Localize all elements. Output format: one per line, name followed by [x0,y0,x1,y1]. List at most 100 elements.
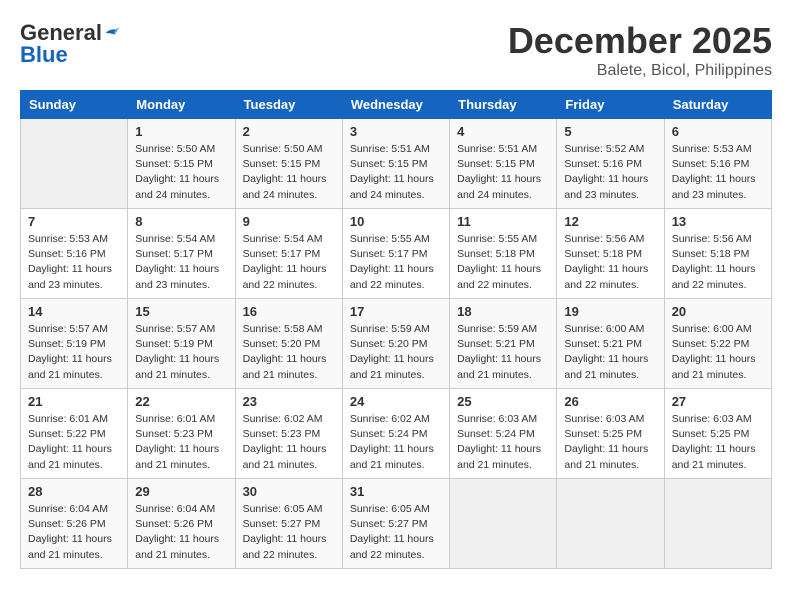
day-info: Sunrise: 6:02 AMSunset: 5:23 PMDaylight:… [243,412,335,473]
weekday-header-thursday: Thursday [450,91,557,119]
day-info: Sunrise: 6:01 AMSunset: 5:23 PMDaylight:… [135,412,227,473]
day-info: Sunrise: 5:55 AMSunset: 5:18 PMDaylight:… [457,232,549,293]
day-info: Sunrise: 6:00 AMSunset: 5:22 PMDaylight:… [672,322,764,383]
calendar-cell: 23 Sunrise: 6:02 AMSunset: 5:23 PMDayligh… [235,389,342,479]
weekday-header-saturday: Saturday [664,91,771,119]
day-number: 29 [135,484,227,499]
day-number: 13 [672,214,764,229]
calendar-cell: 24 Sunrise: 6:02 AMSunset: 5:24 PMDayligh… [342,389,449,479]
day-number: 1 [135,124,227,139]
calendar-cell: 25 Sunrise: 6:03 AMSunset: 5:24 PMDayligh… [450,389,557,479]
day-number: 25 [457,394,549,409]
day-info: Sunrise: 5:57 AMSunset: 5:19 PMDaylight:… [135,322,227,383]
calendar-cell: 20Sunrise: 6:00 AMSunset: 5:22 PMDayligh… [664,299,771,389]
day-number: 12 [564,214,656,229]
calendar-cell: 11 Sunrise: 5:55 AMSunset: 5:18 PMDayligh… [450,209,557,299]
month-title: December 2025 [508,20,772,62]
day-number: 19 [564,304,656,319]
calendar-cell: 14Sunrise: 5:57 AMSunset: 5:19 PMDayligh… [21,299,128,389]
calendar-cell: 8 Sunrise: 5:54 AMSunset: 5:17 PMDaylight… [128,209,235,299]
logo-bird-icon [104,26,120,40]
day-number: 5 [564,124,656,139]
calendar-cell: 13 Sunrise: 5:56 AMSunset: 5:18 PMDayligh… [664,209,771,299]
day-info: Sunrise: 6:01 AMSunset: 5:22 PMDaylight:… [28,412,120,473]
calendar-week-row: 21 Sunrise: 6:01 AMSunset: 5:22 PMDayligh… [21,389,772,479]
calendar-cell: 31 Sunrise: 6:05 AMSunset: 5:27 PMDayligh… [342,479,449,569]
calendar-cell [664,479,771,569]
day-info: Sunrise: 5:56 AMSunset: 5:18 PMDaylight:… [564,232,656,293]
day-info: Sunrise: 6:02 AMSunset: 5:24 PMDaylight:… [350,412,442,473]
day-info: Sunrise: 5:53 AMSunset: 5:16 PMDaylight:… [28,232,120,293]
calendar-cell: 21 Sunrise: 6:01 AMSunset: 5:22 PMDayligh… [21,389,128,479]
calendar-cell: 19 Sunrise: 6:00 AMSunset: 5:21 PMDayligh… [557,299,664,389]
day-number: 16 [243,304,335,319]
day-info: Sunrise: 5:55 AMSunset: 5:17 PMDaylight:… [350,232,442,293]
weekday-header-row: SundayMondayTuesdayWednesdayThursdayFrid… [21,91,772,119]
day-info: Sunrise: 6:04 AMSunset: 5:26 PMDaylight:… [28,502,120,563]
title-block: December 2025 Balete, Bicol, Philippines [508,20,772,80]
day-info: Sunrise: 5:56 AMSunset: 5:18 PMDaylight:… [672,232,764,293]
logo-blue: Blue [20,42,68,68]
calendar-cell: 9Sunrise: 5:54 AMSunset: 5:17 PMDaylight… [235,209,342,299]
calendar-cell: 22Sunrise: 6:01 AMSunset: 5:23 PMDayligh… [128,389,235,479]
calendar-cell: 10 Sunrise: 5:55 AMSunset: 5:17 PMDayligh… [342,209,449,299]
day-info: Sunrise: 5:50 AMSunset: 5:15 PMDaylight:… [135,142,227,203]
day-number: 31 [350,484,442,499]
calendar-cell: 30 Sunrise: 6:05 AMSunset: 5:27 PMDayligh… [235,479,342,569]
calendar-cell: 1 Sunrise: 5:50 AMSunset: 5:15 PMDaylight… [128,119,235,209]
calendar-cell: 17Sunrise: 5:59 AMSunset: 5:20 PMDayligh… [342,299,449,389]
day-info: Sunrise: 5:58 AMSunset: 5:20 PMDaylight:… [243,322,335,383]
day-info: Sunrise: 5:54 AMSunset: 5:17 PMDaylight:… [135,232,227,293]
day-info: Sunrise: 6:04 AMSunset: 5:26 PMDaylight:… [135,502,227,563]
day-info: Sunrise: 5:57 AMSunset: 5:19 PMDaylight:… [28,322,120,383]
day-number: 30 [243,484,335,499]
calendar-cell: 4Sunrise: 5:51 AMSunset: 5:15 PMDaylight… [450,119,557,209]
calendar-cell: 29 Sunrise: 6:04 AMSunset: 5:26 PMDayligh… [128,479,235,569]
day-number: 21 [28,394,120,409]
calendar-cell [450,479,557,569]
day-info: Sunrise: 5:50 AMSunset: 5:15 PMDaylight:… [243,142,335,203]
calendar-cell: 27 Sunrise: 6:03 AMSunset: 5:25 PMDayligh… [664,389,771,479]
location-title: Balete, Bicol, Philippines [508,62,772,80]
day-number: 23 [243,394,335,409]
calendar-cell: 18Sunrise: 5:59 AMSunset: 5:21 PMDayligh… [450,299,557,389]
day-info: Sunrise: 5:51 AMSunset: 5:15 PMDaylight:… [350,142,442,203]
weekday-header-sunday: Sunday [21,91,128,119]
calendar-cell: 6 Sunrise: 5:53 AMSunset: 5:16 PMDaylight… [664,119,771,209]
day-number: 15 [135,304,227,319]
day-info: Sunrise: 6:05 AMSunset: 5:27 PMDaylight:… [243,502,335,563]
day-info: Sunrise: 6:05 AMSunset: 5:27 PMDaylight:… [350,502,442,563]
calendar-cell [557,479,664,569]
day-info: Sunrise: 6:03 AMSunset: 5:25 PMDaylight:… [672,412,764,473]
calendar-week-row: 14Sunrise: 5:57 AMSunset: 5:19 PMDayligh… [21,299,772,389]
calendar-cell: 26 Sunrise: 6:03 AMSunset: 5:25 PMDayligh… [557,389,664,479]
calendar-cell: 2 Sunrise: 5:50 AMSunset: 5:15 PMDaylight… [235,119,342,209]
day-info: Sunrise: 5:54 AMSunset: 5:17 PMDaylight:… [243,232,335,293]
day-number: 24 [350,394,442,409]
day-info: Sunrise: 6:00 AMSunset: 5:21 PMDaylight:… [564,322,656,383]
day-info: Sunrise: 6:03 AMSunset: 5:24 PMDaylight:… [457,412,549,473]
calendar-week-row: 28 Sunrise: 6:04 AMSunset: 5:26 PMDayligh… [21,479,772,569]
calendar-week-row: 7Sunrise: 5:53 AMSunset: 5:16 PMDaylight… [21,209,772,299]
day-number: 3 [350,124,442,139]
day-info: Sunrise: 5:52 AMSunset: 5:16 PMDaylight:… [564,142,656,203]
day-info: Sunrise: 6:03 AMSunset: 5:25 PMDaylight:… [564,412,656,473]
calendar-cell: 16 Sunrise: 5:58 AMSunset: 5:20 PMDayligh… [235,299,342,389]
day-number: 26 [564,394,656,409]
day-number: 28 [28,484,120,499]
day-number: 27 [672,394,764,409]
calendar-week-row: 1 Sunrise: 5:50 AMSunset: 5:15 PMDaylight… [21,119,772,209]
day-number: 2 [243,124,335,139]
calendar-cell: 3 Sunrise: 5:51 AMSunset: 5:15 PMDaylight… [342,119,449,209]
day-number: 4 [457,124,549,139]
day-number: 10 [350,214,442,229]
page-header: General Blue December 2025 Balete, Bicol… [20,20,772,80]
day-number: 11 [457,214,549,229]
day-info: Sunrise: 5:53 AMSunset: 5:16 PMDaylight:… [672,142,764,203]
day-number: 6 [672,124,764,139]
weekday-header-monday: Monday [128,91,235,119]
weekday-header-wednesday: Wednesday [342,91,449,119]
day-number: 8 [135,214,227,229]
calendar-cell [21,119,128,209]
calendar-cell: 28 Sunrise: 6:04 AMSunset: 5:26 PMDayligh… [21,479,128,569]
